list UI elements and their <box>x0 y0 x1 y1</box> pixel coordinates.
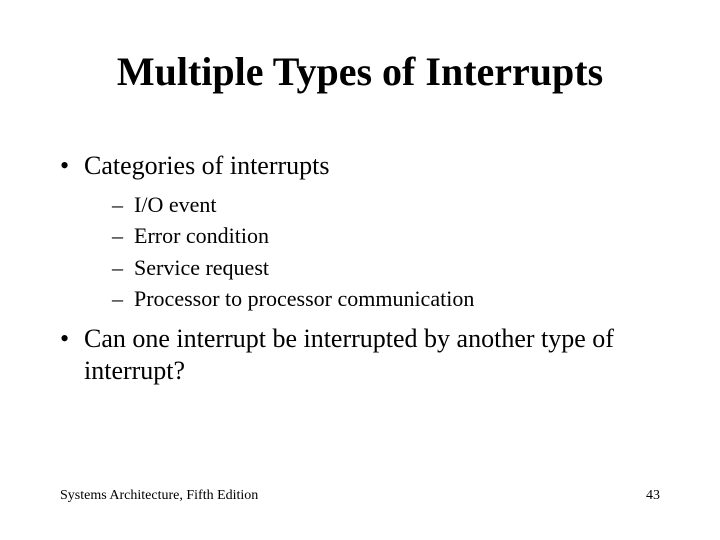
sub-bullet-text: Service request <box>134 255 269 280</box>
sub-bullet-text: Processor to processor communication <box>134 286 474 311</box>
footer-page-number: 43 <box>646 488 660 504</box>
bullet-text: Can one interrupt be interrupted by anot… <box>84 324 614 386</box>
slide-title: Multiple Types of Interrupts <box>0 48 720 95</box>
slide: Multiple Types of Interrupts Categories … <box>0 0 720 540</box>
bullet-item-question: Can one interrupt be interrupted by anot… <box>60 323 660 388</box>
sub-bullet-item: Service request <box>112 254 660 282</box>
slide-body: Categories of interrupts I/O event Error… <box>60 150 660 398</box>
sub-bullet-text: I/O event <box>134 192 216 217</box>
bullet-text: Categories of interrupts <box>84 151 330 180</box>
bullet-item-categories: Categories of interrupts I/O event Error… <box>60 150 660 313</box>
sub-bullet-text: Error condition <box>134 223 269 248</box>
sub-bullet-item: Error condition <box>112 222 660 250</box>
sub-bullet-list: I/O event Error condition Service reques… <box>112 191 660 313</box>
sub-bullet-item: Processor to processor communication <box>112 285 660 313</box>
bullet-list: Categories of interrupts I/O event Error… <box>60 150 660 388</box>
footer-source: Systems Architecture, Fifth Edition <box>60 488 258 504</box>
sub-bullet-item: I/O event <box>112 191 660 219</box>
